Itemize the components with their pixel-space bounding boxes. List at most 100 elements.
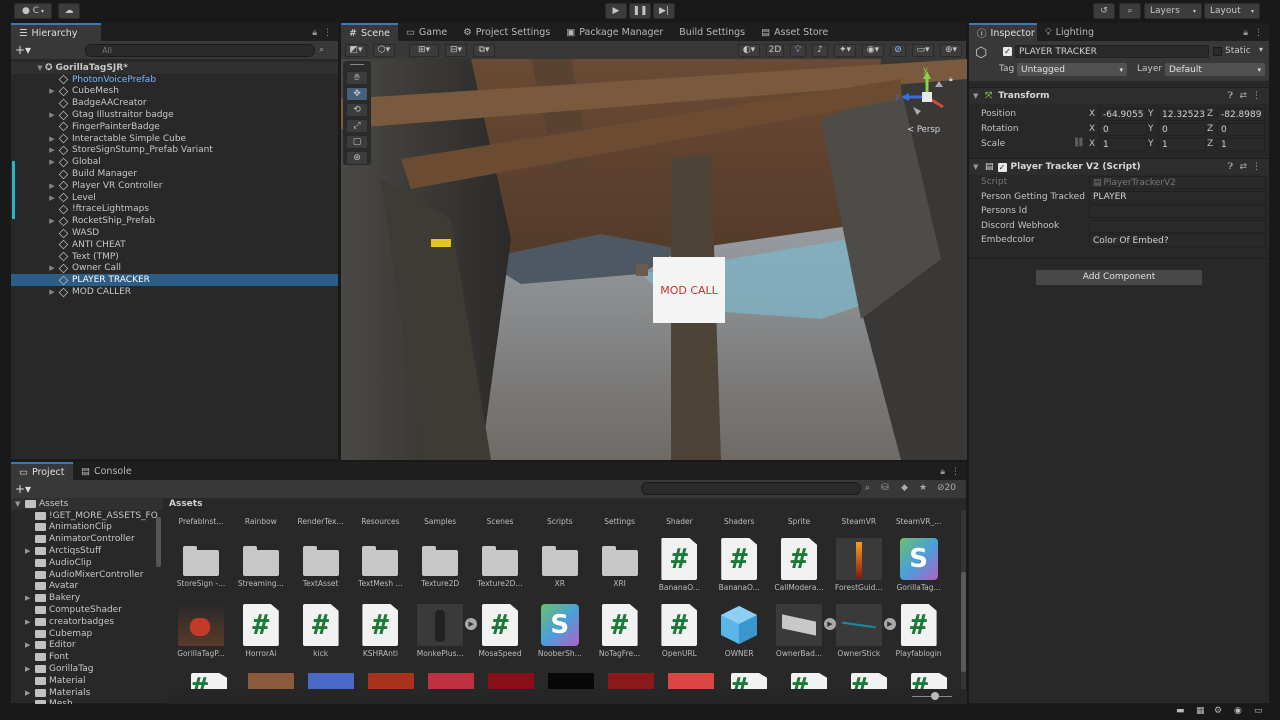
asset-item[interactable]: PrefabInst...	[173, 514, 229, 526]
asset-item[interactable]: Streaming...	[233, 538, 289, 588]
kebab-menu-icon[interactable]: ⋮	[1254, 28, 1263, 38]
search-options-icon[interactable]: ⌕	[319, 45, 324, 55]
hierarchy-item[interactable]: PhotonVoicePrefab	[11, 74, 338, 86]
2d-toggle[interactable]: 2D	[766, 43, 784, 57]
effects-icon[interactable]: ✦▾	[834, 43, 856, 57]
layers-dropdown[interactable]: Layers ▾	[1144, 3, 1202, 19]
position-field[interactable]: -82.8989	[1217, 108, 1265, 121]
field-input[interactable]: PLAYER	[1089, 190, 1266, 204]
tab-game[interactable]: ▭ Game	[398, 23, 455, 41]
assets-root[interactable]: ▼ Assets	[11, 498, 163, 510]
hierarchy-item[interactable]: ▶ RocketShip_Prefab	[11, 215, 338, 227]
tab-project[interactable]: ▭ Project	[11, 462, 73, 480]
render-mode-icon[interactable]: ◐▾	[738, 43, 760, 57]
hidden-packages-icon[interactable]: ⊘20	[937, 483, 956, 493]
asset-item[interactable]: ForestGuid...	[831, 538, 887, 592]
scale-field[interactable]: 1	[1217, 138, 1265, 151]
camera-icon[interactable]: ▭▾	[912, 43, 934, 57]
hidden-objects-icon[interactable]: ⊘	[890, 43, 906, 57]
hierarchy-item[interactable]: ▶ Gtag Illustraitor badge	[11, 109, 338, 121]
step-button[interactable]: ▶|	[653, 3, 675, 19]
hierarchy-item[interactable]: ▶ MOD CALLER	[11, 286, 338, 298]
scene-root[interactable]: ▼ ✪ GorillaTagSJR*	[11, 62, 338, 74]
rect-tool-icon[interactable]: ▢	[346, 135, 368, 149]
asset-item[interactable]: OWNER	[711, 604, 767, 658]
folder-item[interactable]: AnimationClip	[11, 522, 163, 534]
zoom-slider-handle[interactable]	[931, 692, 939, 700]
help-icon[interactable]: ❓︎	[1228, 162, 1233, 172]
debug-icon[interactable]: ⚙	[1214, 706, 1222, 716]
visibility-icon[interactable]: ◉▾	[862, 43, 884, 57]
asset-item[interactable]: RenderTex...	[293, 514, 349, 526]
asset-item[interactable]: # Playfablogin	[891, 604, 947, 658]
kebab-menu-icon[interactable]: ⋮	[1252, 162, 1261, 172]
rotation-field[interactable]: 0	[1158, 123, 1206, 136]
account-dropdown[interactable]: ● C ▾	[14, 3, 52, 19]
field-input[interactable]	[1089, 205, 1266, 218]
asset-item[interactable]: Texture2D	[412, 538, 468, 588]
kebab-menu-icon[interactable]: ⋮	[323, 28, 332, 38]
folder-tree-scrollbar[interactable]	[156, 517, 161, 567]
favorite-icon[interactable]: ★	[919, 483, 927, 493]
static-checkbox[interactable]	[1213, 47, 1222, 56]
preset-icon[interactable]: ⇄	[1239, 162, 1247, 172]
asset-item[interactable]: Scripts	[532, 514, 588, 526]
tools-handle[interactable]	[350, 64, 364, 67]
tab-build-settings[interactable]: Build Settings	[671, 23, 753, 41]
asset-item[interactable]: TextAsset	[293, 538, 349, 588]
audio-toggle-icon[interactable]: ♪	[812, 43, 828, 57]
lock-icon[interactable]: 🔒︎	[312, 28, 317, 38]
asset-item[interactable]: ▶ MonkePlus...	[412, 604, 478, 658]
asset-item[interactable]: # MosaSpeed	[472, 604, 528, 658]
folder-item[interactable]: ▶ ArctiqsStuff	[11, 545, 163, 557]
folder-item[interactable]: Cubemap	[11, 628, 163, 640]
filter-type-icon[interactable]: ⛁	[881, 483, 889, 493]
asset-item[interactable]: StoreSign -...	[173, 538, 229, 588]
hierarchy-item[interactable]: ▶ Player VR Controller	[11, 180, 338, 192]
kebab-menu-icon[interactable]: ⋮	[1252, 91, 1261, 101]
hand-tool-icon[interactable]: ✋︎	[346, 71, 368, 85]
asset-item[interactable]: Settings	[592, 514, 648, 526]
tab-project-settings[interactable]: ⚙ Project Settings	[455, 23, 558, 41]
asset-item[interactable]: # OpenURL	[651, 604, 707, 658]
asset-item[interactable]: # BananaO...	[711, 538, 767, 592]
scene-viewport[interactable]: MOD CALL ✋︎ ✥ ⟲ ⤢ ▢ ⊛ 🔒︎ y z < Persp	[341, 59, 967, 460]
asset-item[interactable]: SteamVR_...	[891, 514, 947, 526]
folder-item[interactable]: ▶ Materials	[11, 687, 163, 699]
asset-item[interactable]: Rainbow	[233, 514, 289, 526]
asset-item[interactable]: ▶ OwnerStick	[831, 604, 896, 658]
chevron-down-icon[interactable]: ▾	[1259, 45, 1263, 54]
rotate-tool-icon[interactable]: ⟲	[346, 103, 368, 117]
scale-field[interactable]: 1	[1158, 138, 1206, 151]
kebab-menu-icon[interactable]: ⋮	[951, 467, 960, 477]
asset-item[interactable]: Samples	[412, 514, 468, 526]
folder-item[interactable]: Avatar	[11, 581, 163, 593]
hierarchy-item[interactable]: BadgeAACreator	[11, 97, 338, 109]
label-icon[interactable]: ◆	[901, 483, 908, 493]
play-button[interactable]: ▶	[605, 3, 627, 19]
rotation-field[interactable]: 0	[1217, 123, 1265, 136]
constrain-proportions-icon[interactable]: ⛓	[1073, 138, 1084, 148]
asset-item[interactable]: SteamVR	[831, 514, 887, 526]
collab-icon[interactable]: ◉	[1234, 706, 1242, 716]
transform-tool-icon[interactable]: ⊛	[346, 151, 368, 165]
position-field[interactable]: -64.9055	[1099, 108, 1147, 121]
asset-item[interactable]: # HorrorAi	[233, 604, 289, 658]
component-header[interactable]: ▼ ▤ ✓ Player Tracker V2 (Script) ❓︎ ⇄ ⋮	[969, 158, 1269, 175]
tab-lighting[interactable]: 💡︎ Lighting	[1037, 23, 1102, 41]
asset-item[interactable]: Texture2D...	[472, 538, 528, 588]
increment-snap-icon[interactable]: ⧉▾	[473, 43, 495, 57]
asset-item[interactable]: XRI	[592, 538, 648, 588]
draw-mode-icon[interactable]: ◩▾	[345, 43, 367, 57]
asset-item[interactable]: # NoTagFre...	[592, 604, 648, 658]
grid-snap-icon[interactable]: ⊞▾	[409, 43, 439, 57]
add-component-button[interactable]: Add Component	[1035, 268, 1203, 286]
tab-inspector[interactable]: ⓘ Inspector	[969, 23, 1037, 41]
scale-tool-icon[interactable]: ⤢	[346, 119, 368, 133]
component-enabled-checkbox[interactable]: ✓	[997, 162, 1007, 172]
progress-icon[interactable]: ▬	[1176, 706, 1185, 716]
lock-icon[interactable]: 🔒︎	[1243, 28, 1248, 38]
asset-item[interactable]: # kick	[293, 604, 349, 658]
tab-scene[interactable]: # Scene	[341, 23, 398, 41]
field-input[interactable]	[1089, 219, 1266, 233]
